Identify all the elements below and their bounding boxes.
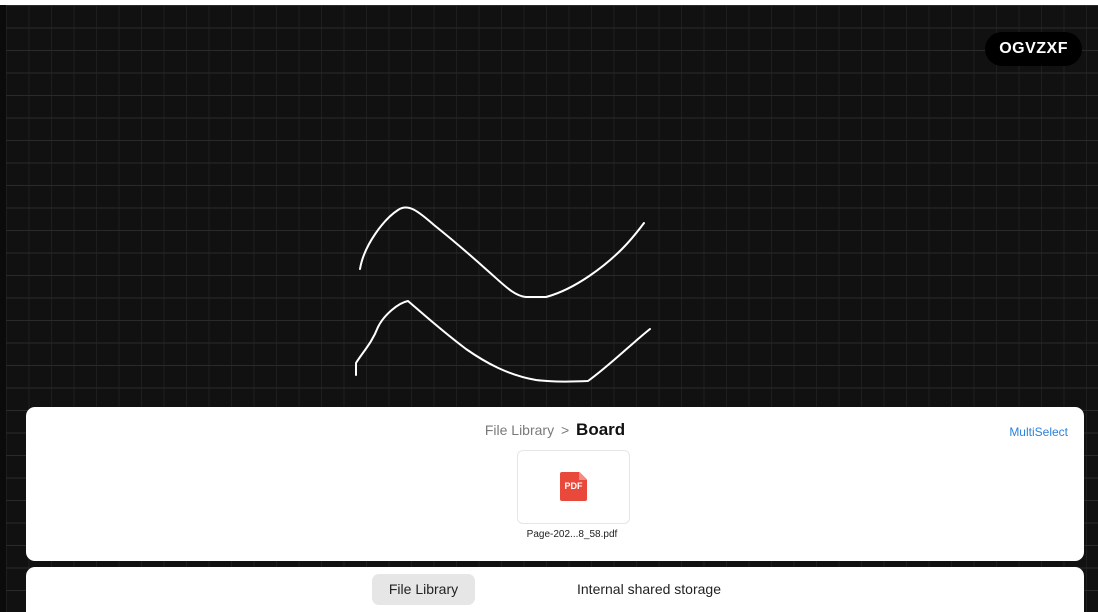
breadcrumb-current: Board: [576, 420, 626, 439]
breadcrumb: File Library > Board: [26, 420, 1084, 440]
file-item[interactable]: PDF: [517, 450, 630, 524]
ink-stroke-upper: [359, 206, 645, 298]
breadcrumb-separator: >: [560, 422, 570, 438]
storage-tab-bar: File Library Internal shared storage: [26, 567, 1084, 612]
file-name: Page-202...8_58.pdf: [526, 529, 618, 540]
pdf-icon: PDF: [560, 472, 587, 501]
room-code-badge[interactable]: OGVZXF: [985, 32, 1082, 66]
file-library-panel: File Library > Board MultiSelect PDF Pag…: [26, 407, 1084, 561]
ink-stroke-lower: [355, 300, 651, 383]
multiselect-button[interactable]: MultiSelect: [1009, 425, 1068, 439]
breadcrumb-root[interactable]: File Library: [485, 422, 554, 438]
tab-internal-shared-storage[interactable]: Internal shared storage: [564, 574, 734, 605]
tab-file-library[interactable]: File Library: [372, 574, 475, 605]
